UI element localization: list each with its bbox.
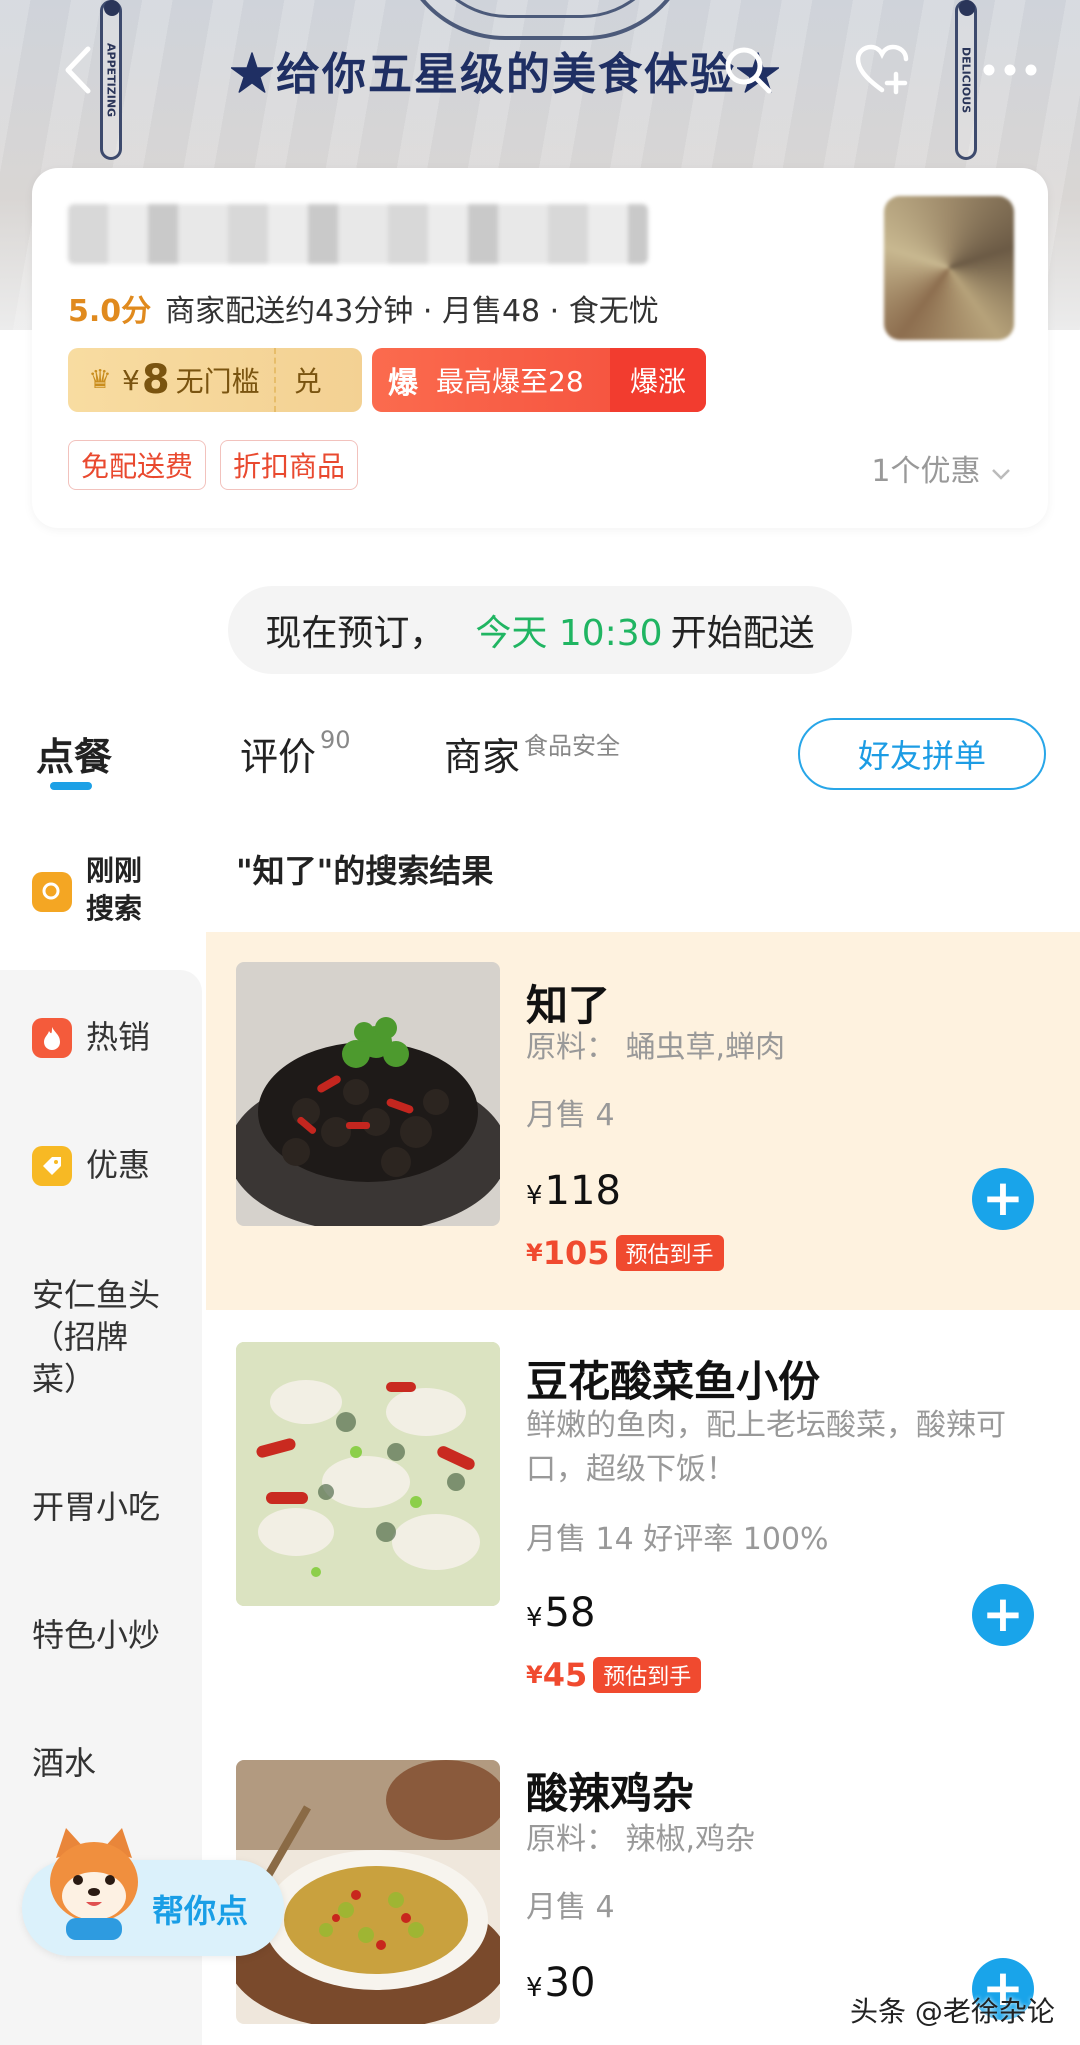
search-results-title: "知了"的搜索结果 [236, 852, 494, 890]
tag-free-delivery: 免配送费 [68, 440, 207, 490]
dish-price: ¥30 [526, 1960, 596, 2006]
favorite-add-icon[interactable] [852, 40, 912, 100]
assistant-label: 帮你点 [152, 1892, 249, 1930]
add-to-cart-button[interactable]: + [972, 1584, 1034, 1646]
shiba-mascot-icon [50, 1828, 138, 1940]
dish-description: 鲜嫩的鱼肉，配上老坛酸菜，酸辣可口，超级下饭！ [526, 1408, 1006, 1487]
assistant-order-button[interactable]: 帮你点 [22, 1828, 284, 1956]
tab-active-indicator [50, 782, 92, 790]
watermark: 头条 @老徐杂论 [850, 1995, 1055, 2028]
dish-price: ¥58 [526, 1590, 596, 1636]
delivery-info: 商家配送约43分钟 · 月售48 · 食无忧 [165, 294, 659, 329]
category-stirfry[interactable]: 特色小炒 [32, 1614, 160, 1656]
dish-name: 豆花酸菜鱼小份 [526, 1357, 821, 1406]
banner-title: ★给你五星级的美食体验★ [230, 49, 782, 100]
category-hot[interactable]: 热销 [86, 1016, 150, 1058]
coupon-amount: 8 [141, 357, 170, 403]
boost-label: 最高爆至28 [436, 365, 584, 398]
coupon-currency: ¥ [122, 363, 140, 397]
more-icon[interactable] [980, 40, 1040, 100]
store-name-blurred [68, 204, 648, 264]
dish-monthly-sales: 月售 4 [526, 1890, 615, 1925]
search-icon[interactable] [718, 40, 778, 100]
store-score: 5.0分 [68, 294, 152, 329]
dish-ingredients: 原料： 辣椒,鸡杂 [526, 1822, 756, 1857]
category-snacks[interactable]: 开胃小吃 [32, 1486, 160, 1528]
merchant-subtitle: 食品安全 [524, 732, 621, 760]
back-icon[interactable] [48, 40, 108, 100]
add-to-cart-button[interactable]: + [972, 1168, 1034, 1230]
dish-name: 酸辣鸡杂 [526, 1769, 695, 1818]
tab-merchant[interactable]: 商家 食品安全 [444, 726, 620, 781]
tab-reviews[interactable]: 评价 90 [240, 726, 351, 781]
dish-price: ¥118 [526, 1168, 621, 1214]
coupon-redeem-button[interactable]: 兑 [273, 348, 322, 412]
tag-icon [32, 1146, 72, 1186]
dish-monthly-sales: 月售 14 好评率 100% [526, 1522, 829, 1557]
member-coupon[interactable]: ♛ ¥ 8 无门槛 兑 [68, 348, 362, 412]
category-signature[interactable]: 安仁鱼头 （招牌 菜） [32, 1274, 160, 1400]
menu-item[interactable]: 知了 原料： 蛹虫草,蝉肉 月售 4 ¥118 ¥105 预估到手 + [206, 932, 1080, 1310]
crown-icon: ♛ [88, 365, 112, 395]
banner-badge-right: DELICIOUS [955, 0, 977, 160]
tag-discount-items: 折扣商品 [220, 440, 359, 490]
store-meta: 5.0分 商家配送约43分钟 · 月售48 · 食无忧 [68, 286, 659, 330]
dish-monthly-sales: 月售 4 [526, 1098, 615, 1133]
fire-icon [32, 1018, 72, 1058]
dish-ingredients: 原料： 蛹虫草,蝉肉 [526, 1030, 786, 1065]
tab-order[interactable]: 点餐 [36, 726, 112, 781]
dish-name: 知了 [526, 981, 611, 1030]
store-logo-blurred[interactable] [884, 196, 1014, 340]
chevron-down-icon [992, 469, 1010, 480]
boost-coupon[interactable]: 爆 最高爆至28 爆涨 [372, 348, 706, 412]
category-promo[interactable]: 优惠 [86, 1144, 150, 1186]
dish-image[interactable] [236, 1342, 500, 1606]
review-count: 90 [320, 726, 351, 754]
group-order-button[interactable]: 好友拼单 [798, 718, 1046, 790]
category-recent-search[interactable]: 刚刚 搜索 [86, 852, 142, 928]
coupon-label: 无门槛 [175, 365, 260, 398]
dish-estimated-price: ¥45 预估到手 [526, 1656, 702, 1694]
preorder-notice: 现在预订， 今天 10:30 开始配送 [228, 586, 852, 674]
dish-image[interactable] [236, 962, 500, 1226]
store-info-card: 5.0分 商家配送约43分钟 · 月售48 · 食无忧 ♛ ¥ 8 无门槛 兑 爆… [32, 168, 1048, 528]
boost-icon: 爆 [388, 366, 418, 401]
dish-estimated-price: ¥105 预估到手 [526, 1234, 724, 1272]
promo-count-link[interactable]: 1个优惠 [871, 446, 1012, 490]
category-drinks[interactable]: 酒水 [32, 1742, 96, 1784]
recent-search-icon [32, 872, 72, 912]
menu-item[interactable]: 豆花酸菜鱼小份 鲜嫩的鱼肉，配上老坛酸菜，酸辣可口，超级下饭！ 月售 14 好评… [206, 1310, 1080, 1720]
boost-button[interactable]: 爆涨 [609, 348, 706, 412]
